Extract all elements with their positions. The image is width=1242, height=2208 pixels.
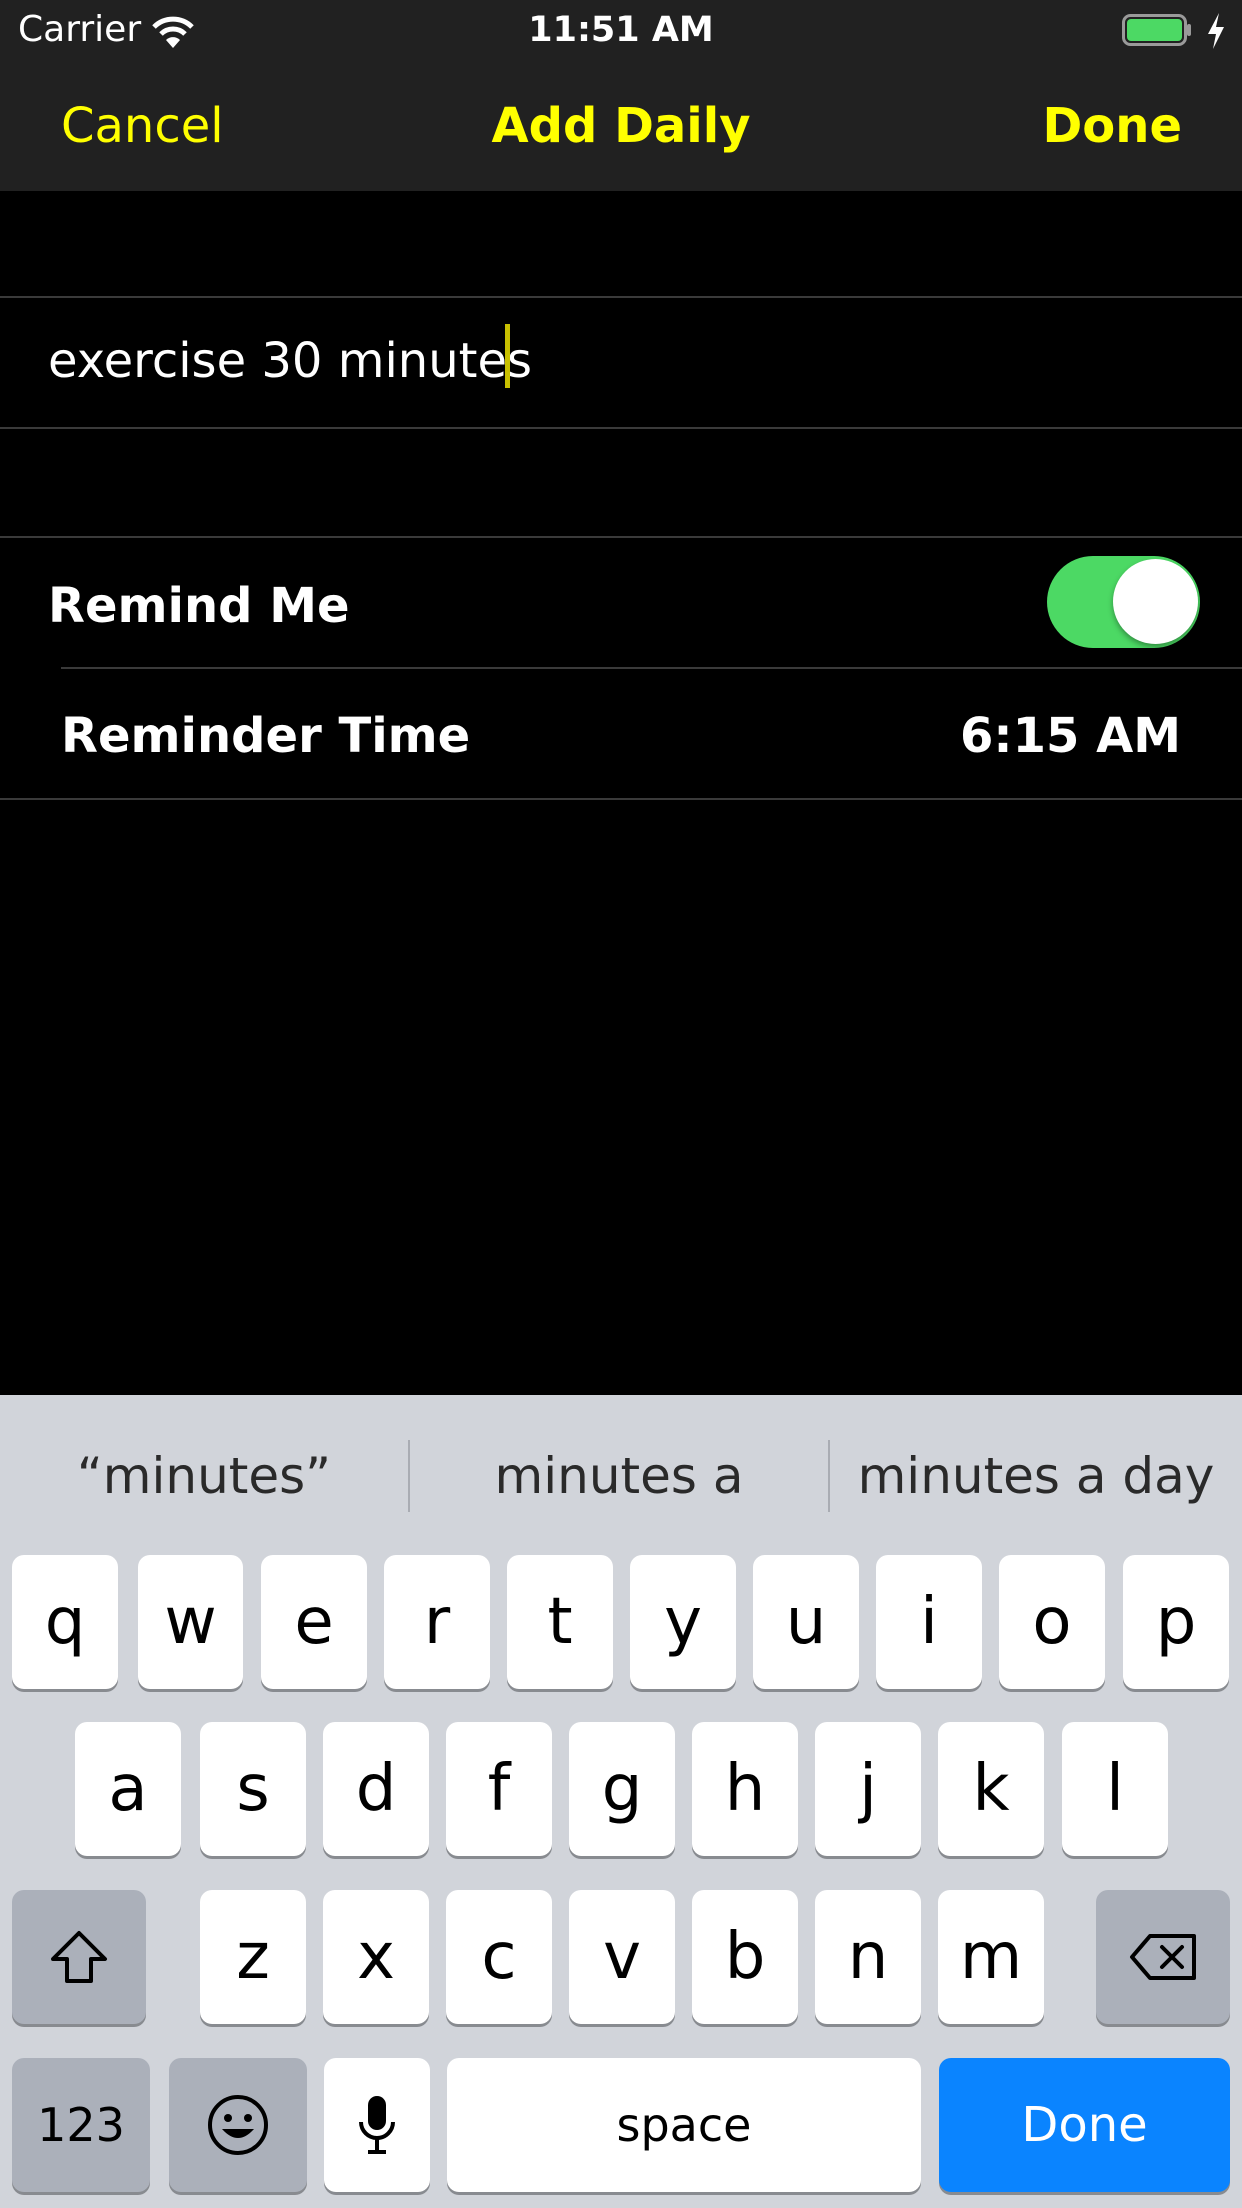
key-w[interactable]: w (138, 1555, 243, 1689)
done-button[interactable]: Done (1042, 96, 1182, 156)
suggestion-3[interactable]: minutes a day (830, 1443, 1242, 1509)
separator (0, 427, 1242, 429)
reminder-time-value[interactable]: 6:15 AM (960, 706, 1181, 766)
key-x[interactable]: x (323, 1890, 429, 2024)
space-key[interactable]: space (447, 2058, 921, 2192)
toggle-knob[interactable] (1113, 559, 1198, 644)
microphone-icon (359, 2096, 395, 2154)
key-r[interactable]: r (384, 1555, 490, 1689)
charging-icon (1208, 13, 1224, 49)
key-c[interactable]: c (446, 1890, 552, 2024)
cancel-button[interactable]: Cancel (61, 96, 224, 156)
key-q[interactable]: q (12, 1555, 118, 1689)
key-d[interactable]: d (323, 1722, 429, 1856)
key-e[interactable]: e (261, 1555, 367, 1689)
key-b[interactable]: b (692, 1890, 798, 2024)
key-t[interactable]: t (507, 1555, 613, 1689)
key-z[interactable]: z (200, 1890, 306, 2024)
battery-icon (1122, 14, 1191, 46)
key-p[interactable]: p (1123, 1555, 1229, 1689)
key-n[interactable]: n (815, 1890, 921, 2024)
key-l[interactable]: l (1062, 1722, 1168, 1856)
dictation-key[interactable] (324, 2058, 430, 2192)
emoji-icon (208, 2095, 268, 2155)
key-o[interactable]: o (999, 1555, 1105, 1689)
separator (0, 536, 1242, 538)
key-j[interactable]: j (815, 1722, 921, 1856)
task-name-input[interactable] (48, 326, 1198, 396)
text-cursor (505, 324, 510, 388)
key-u[interactable]: u (753, 1555, 859, 1689)
key-f[interactable]: f (446, 1722, 552, 1856)
separator (0, 798, 1242, 800)
numbers-key[interactable]: 123 (12, 2058, 150, 2192)
reminder-time-label[interactable]: Reminder Time (61, 706, 470, 766)
key-i[interactable]: i (876, 1555, 982, 1689)
separator (0, 296, 1242, 298)
remind-me-label: Remind Me (48, 578, 350, 634)
key-g[interactable]: g (569, 1722, 675, 1856)
key-y[interactable]: y (630, 1555, 736, 1689)
key-k[interactable]: k (938, 1722, 1044, 1856)
delete-icon (1130, 1934, 1196, 1980)
keyboard-done-key[interactable]: Done (939, 2058, 1230, 2192)
key-h[interactable]: h (692, 1722, 798, 1856)
key-m[interactable]: m (938, 1890, 1044, 2024)
emoji-key[interactable] (169, 2058, 307, 2192)
key-a[interactable]: a (75, 1722, 181, 1856)
delete-key[interactable] (1096, 1890, 1230, 2024)
status-time: 11:51 AM (528, 10, 714, 50)
shift-key[interactable] (12, 1890, 146, 2024)
separator (61, 667, 1242, 669)
key-v[interactable]: v (569, 1890, 675, 2024)
key-s[interactable]: s (200, 1722, 306, 1856)
shift-icon (51, 1931, 107, 1983)
suggestion-2[interactable]: minutes a (410, 1443, 828, 1509)
suggestion-1[interactable]: “minutes” (0, 1443, 408, 1509)
